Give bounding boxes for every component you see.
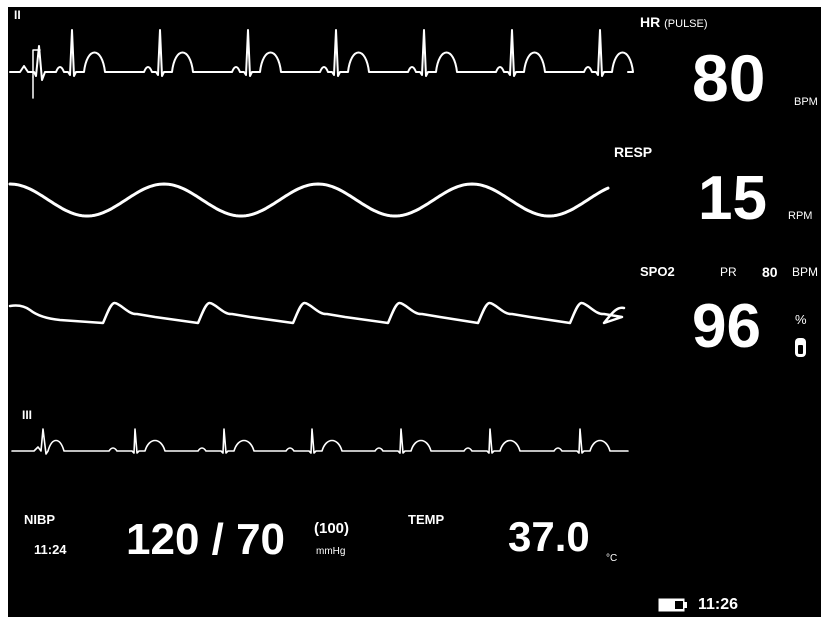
pulse-bar-icon bbox=[795, 338, 806, 357]
spo2-pr-unit: BPM bbox=[792, 265, 819, 279]
hr-unit: BPM bbox=[794, 96, 818, 108]
spo2-label: SPO2 bbox=[640, 264, 675, 279]
resp-label: RESP bbox=[614, 144, 653, 160]
status-clock: 11:26 bbox=[698, 596, 739, 613]
hr-source: (PULSE) bbox=[664, 18, 708, 30]
ecg-trace-bottom bbox=[11, 428, 629, 455]
spo2-pr-label: PR bbox=[720, 265, 737, 279]
pleth-waveform bbox=[8, 301, 626, 325]
battery-icon bbox=[658, 598, 687, 612]
nibp-time: 11:24 bbox=[34, 542, 67, 557]
resp-trace bbox=[8, 182, 610, 218]
spo2-unit: % bbox=[795, 312, 807, 327]
nibp-label: NIBP bbox=[24, 512, 56, 527]
nibp-value: 120 / 70 bbox=[126, 515, 286, 564]
resp-unit: RPM bbox=[788, 210, 813, 222]
ecg-waveform-bottom bbox=[11, 428, 629, 455]
hr-label-text: HR bbox=[640, 14, 661, 30]
hr-label: HR (PULSE) bbox=[640, 14, 708, 30]
resp-waveform bbox=[8, 182, 610, 218]
patient-monitor-screen: II III HR (PULSE) 80 BPM RESP 15 RPM SPO… bbox=[0, 0, 821, 622]
nibp-mean: (100) bbox=[314, 520, 350, 537]
pleth-trace bbox=[8, 301, 626, 325]
screen-border-bottom bbox=[0, 617, 821, 622]
nibp-unit: mmHg bbox=[316, 546, 346, 557]
ecg-waveform-top bbox=[9, 29, 634, 99]
hr-value: 80 bbox=[692, 41, 766, 115]
temp-value: 37.0 bbox=[508, 513, 590, 560]
spo2-value: 96 bbox=[692, 292, 761, 361]
resp-value: 15 bbox=[698, 164, 767, 233]
temp-unit: °C bbox=[606, 553, 618, 564]
temp-label: TEMP bbox=[408, 512, 445, 527]
ecg-trace-top bbox=[9, 29, 634, 81]
spo2-pr-value: 80 bbox=[762, 264, 778, 280]
